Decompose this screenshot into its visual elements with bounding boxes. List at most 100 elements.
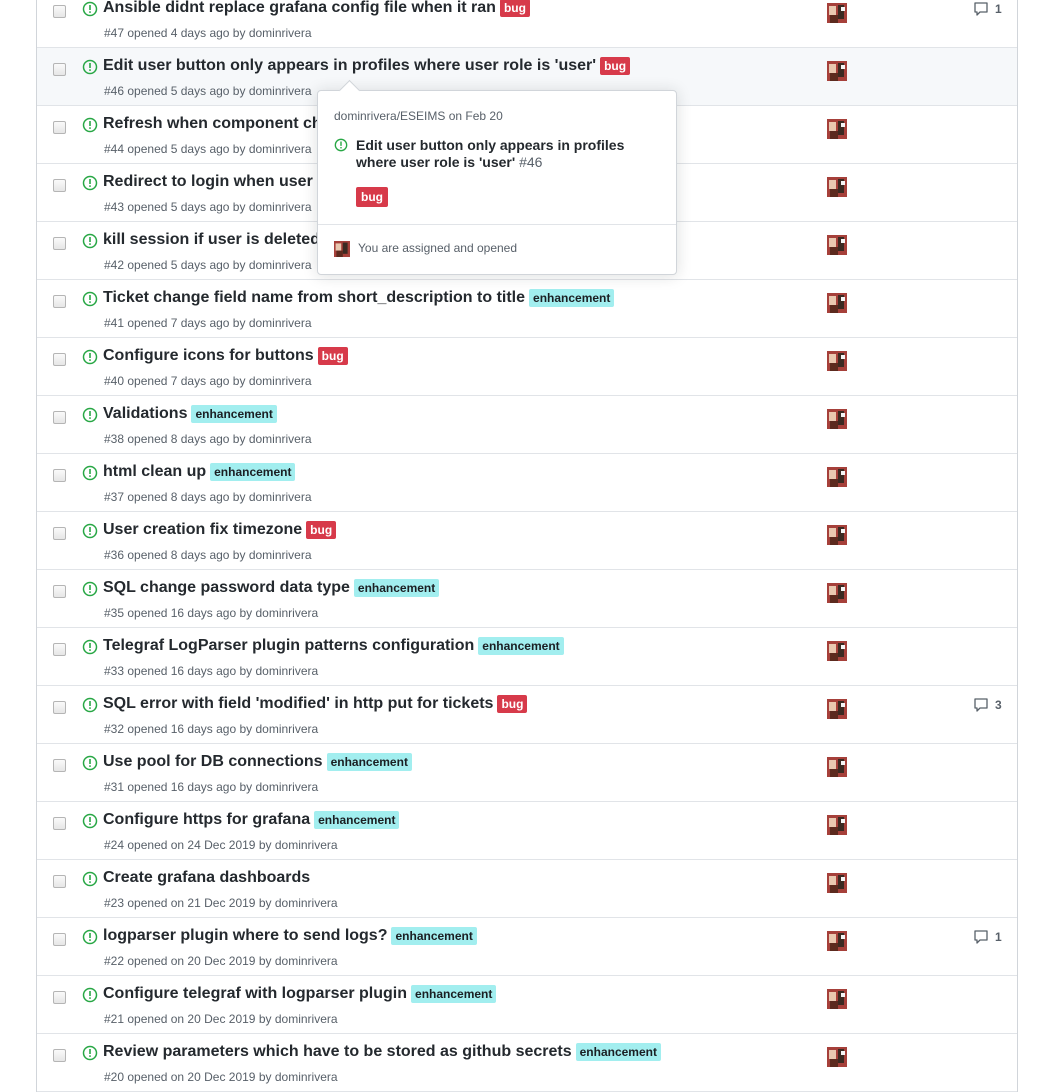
issue-row[interactable]: User creation fix timezone bug #36 opened … (37, 512, 1017, 570)
assignee-avatar[interactable] (827, 873, 847, 893)
issue-checkbox[interactable] (53, 933, 66, 946)
issue-row[interactable]: Use pool for DB connections enhancement #3… (37, 744, 1017, 802)
issue-row[interactable]: Configure https for grafana enhancement #2… (37, 802, 1017, 860)
assignee-avatar[interactable] (827, 177, 847, 197)
issue-author-link[interactable]: dominrivera (275, 1012, 338, 1026)
issue-author-link[interactable]: dominrivera (275, 838, 338, 852)
issue-title-link[interactable]: Configure https for grafana (103, 811, 310, 829)
assignee-avatar[interactable] (827, 1047, 847, 1067)
issue-checkbox[interactable] (53, 817, 66, 830)
issue-author-link[interactable]: dominrivera (249, 142, 312, 156)
issue-author-link[interactable]: dominrivera (275, 896, 338, 910)
issue-title-link[interactable]: Configure icons for buttons (103, 347, 314, 365)
issue-checkbox[interactable] (53, 295, 66, 308)
issue-title-link[interactable]: Validations (103, 405, 187, 423)
issue-author-link[interactable]: dominrivera (256, 664, 319, 678)
issue-checkbox[interactable] (53, 701, 66, 714)
issue-checkbox[interactable] (53, 121, 66, 134)
issue-title-link[interactable]: Ticket change field name from short_desc… (103, 289, 525, 307)
issue-checkbox[interactable] (53, 469, 66, 482)
comments-link[interactable]: 3 (973, 697, 1002, 713)
issue-author-link[interactable]: dominrivera (275, 1070, 338, 1084)
issue-title-link[interactable]: Edit user button only appears in profile… (103, 57, 596, 75)
issue-author-link[interactable]: dominrivera (249, 316, 312, 330)
issue-author-link[interactable]: dominrivera (249, 84, 312, 98)
assignee-avatar[interactable] (827, 61, 847, 81)
issue-checkbox[interactable] (53, 875, 66, 888)
assignee-avatar[interactable] (827, 467, 847, 487)
issue-label-bug[interactable]: bug (317, 347, 348, 365)
hovercard-label-bug[interactable]: bug (356, 187, 388, 207)
issue-label-enhancement[interactable]: enhancement (326, 753, 412, 771)
assignee-avatar[interactable] (827, 931, 847, 951)
issue-checkbox[interactable] (53, 527, 66, 540)
issue-checkbox[interactable] (53, 1049, 66, 1062)
assignee-avatar[interactable] (827, 293, 847, 313)
assignee-avatar[interactable] (827, 815, 847, 835)
issue-row[interactable]: Telegraf LogParser plugin patterns confi… (37, 628, 1017, 686)
assignee-avatar[interactable] (827, 989, 847, 1009)
issue-title-link[interactable]: SQL change password data type (103, 579, 350, 597)
issue-label-enhancement[interactable]: enhancement (575, 1043, 661, 1061)
issue-title-link[interactable]: Create grafana dashboards (103, 869, 310, 887)
assignee-avatar[interactable] (827, 757, 847, 777)
issue-title-link[interactable]: html clean up (103, 463, 206, 481)
issue-checkbox[interactable] (53, 63, 66, 76)
issue-title-link[interactable]: Review parameters which have to be store… (103, 1043, 572, 1061)
issue-row[interactable]: SQL change password data type enhancement… (37, 570, 1017, 628)
issue-row[interactable]: Create grafana dashboards #23 opened on 2… (37, 860, 1017, 918)
comments-link[interactable]: 1 (973, 929, 1002, 945)
issue-title-link[interactable]: logparser plugin where to send logs? (103, 927, 387, 945)
issue-row[interactable]: Configure icons for buttons bug #40 opened… (37, 338, 1017, 396)
issue-row[interactable]: Review parameters which have to be store… (37, 1034, 1017, 1092)
issue-author-link[interactable]: dominrivera (249, 26, 312, 40)
issue-author-link[interactable]: dominrivera (275, 954, 338, 968)
issue-checkbox[interactable] (53, 759, 66, 772)
issue-title-link[interactable]: Configure telegraf with logparser plugin (103, 985, 407, 1003)
issue-checkbox[interactable] (53, 585, 66, 598)
hovercard-title-text[interactable]: Edit user button only appears in profile… (356, 137, 624, 170)
issue-checkbox[interactable] (53, 643, 66, 656)
issue-row[interactable]: Validations enhancement #38 opened 8 days … (37, 396, 1017, 454)
issue-checkbox[interactable] (53, 5, 66, 18)
issue-row[interactable]: Ticket change field name from short_desc… (37, 280, 1017, 338)
issue-checkbox[interactable] (53, 237, 66, 250)
issue-title-link[interactable]: Telegraf LogParser plugin patterns confi… (103, 637, 474, 655)
assignee-avatar[interactable] (827, 235, 847, 255)
assignee-avatar[interactable] (827, 351, 847, 371)
issue-author-link[interactable]: dominrivera (249, 490, 312, 504)
issue-author-link[interactable]: dominrivera (249, 548, 312, 562)
issue-title-link[interactable]: Use pool for DB connections (103, 753, 323, 771)
issue-author-link[interactable]: dominrivera (249, 200, 312, 214)
hovercard-repo-link[interactable]: dominrivera/ESEIMS (334, 109, 445, 123)
issue-label-enhancement[interactable]: enhancement (314, 811, 400, 829)
issue-author-link[interactable]: dominrivera (249, 432, 312, 446)
issue-title-link[interactable]: Ansible didnt replace grafana config fil… (103, 0, 496, 17)
issue-row[interactable]: logparser plugin where to send logs? enha… (37, 918, 1017, 976)
issue-label-enhancement[interactable]: enhancement (411, 985, 497, 1003)
assignee-avatar[interactable] (827, 119, 847, 139)
issue-label-enhancement[interactable]: enhancement (210, 463, 296, 481)
issue-label-bug[interactable]: bug (306, 521, 337, 539)
issue-label-enhancement[interactable]: enhancement (391, 927, 477, 945)
issue-label-bug[interactable]: bug (497, 695, 528, 713)
assignee-avatar[interactable] (827, 3, 847, 23)
issue-title-link[interactable]: SQL error with field 'modified' in http … (103, 695, 493, 713)
issue-row[interactable]: Configure telegraf with logparser plugin… (37, 976, 1017, 1034)
issue-title-link[interactable]: kill session if user is deleted (103, 231, 320, 249)
issue-label-enhancement[interactable]: enhancement (191, 405, 277, 423)
issue-checkbox[interactable] (53, 411, 66, 424)
issue-author-link[interactable]: dominrivera (256, 722, 319, 736)
issue-row[interactable]: SQL error with field 'modified' in http … (37, 686, 1017, 744)
issue-author-link[interactable]: dominrivera (249, 258, 312, 272)
issue-label-bug[interactable]: bug (499, 0, 530, 17)
hovercard-title[interactable]: Edit user button only appears in profile… (356, 137, 656, 171)
issue-author-link[interactable]: dominrivera (249, 374, 312, 388)
issue-author-link[interactable]: dominrivera (256, 780, 319, 794)
issue-author-link[interactable]: dominrivera (256, 606, 319, 620)
issue-label-enhancement[interactable]: enhancement (529, 289, 615, 307)
issue-checkbox[interactable] (53, 353, 66, 366)
issue-label-bug[interactable]: bug (600, 57, 631, 75)
assignee-avatar[interactable] (827, 641, 847, 661)
issue-checkbox[interactable] (53, 179, 66, 192)
